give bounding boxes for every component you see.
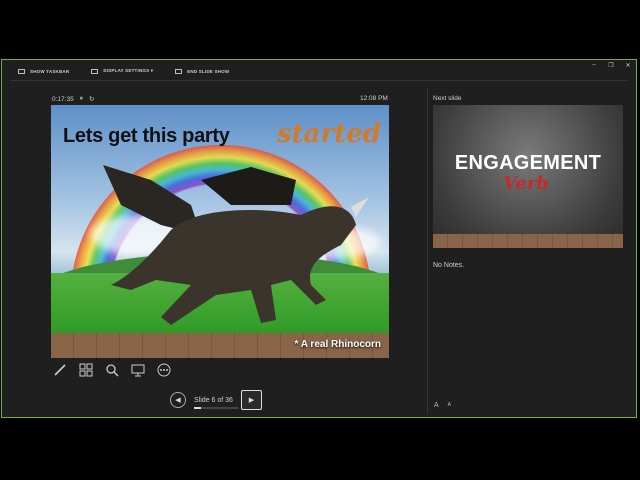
slide-progress-bar (194, 406, 238, 409)
see-all-slides-icon[interactable] (78, 362, 93, 377)
presenter-view-window: – ❐ ✕ SHOW TASKBAR DISPLAY SETTINGS ▾ EN… (1, 59, 637, 418)
reset-timer-icon[interactable]: ↻ (89, 95, 94, 103)
close-button[interactable]: ✕ (624, 62, 632, 69)
mane-shape (201, 167, 296, 205)
pen-tool-icon[interactable] (52, 362, 67, 377)
slide-progress-fill (194, 406, 202, 409)
next-slide-subtitle: Verb (503, 173, 549, 194)
next-slide-label: Next slide (433, 95, 462, 102)
end-slide-show-button[interactable]: END SLIDE SHOW (175, 68, 229, 74)
clock: 12:08 PM (360, 95, 388, 102)
presenter-toolbar: SHOW TASKBAR DISPLAY SETTINGS ▾ END SLID… (18, 68, 229, 74)
slide-title: Lets get this party (63, 125, 230, 147)
chevron-left-icon: ◀ (175, 397, 181, 404)
decrease-font-button[interactable]: A (448, 402, 451, 409)
slide-tools (52, 362, 171, 377)
show-taskbar-label: SHOW TASKBAR (30, 68, 70, 74)
pause-timer-icon[interactable]: ⏸ (80, 95, 83, 103)
current-slide[interactable]: Lets get this party started * A real Rhi… (51, 105, 389, 358)
speaker-notes: No Notes. (433, 262, 465, 269)
slide-counter[interactable]: Slide 6 of 36 (194, 396, 238, 409)
display-settings-button[interactable]: DISPLAY SETTINGS ▾ (91, 68, 153, 74)
slide-title-accent: started (277, 119, 381, 149)
slide-counter-label: Slide 6 of 36 (194, 396, 233, 404)
next-slide-thumbnail[interactable]: ENGAGEMENT Verb (433, 105, 623, 248)
minimize-button[interactable]: – (590, 62, 598, 69)
increase-font-button[interactable]: A (434, 402, 439, 409)
toolbar-divider (10, 80, 628, 81)
pane-divider (427, 88, 428, 414)
next-slide-floor (433, 234, 623, 248)
taskbar-icon (18, 68, 25, 74)
horn-shape (351, 197, 369, 217)
window-controls: – ❐ ✕ (590, 62, 632, 69)
slide-caption: * A real Rhinocorn (294, 339, 382, 350)
black-screen-icon[interactable] (130, 362, 145, 377)
body-shape (111, 206, 356, 325)
next-slide-title: ENGAGEMENT (454, 152, 602, 174)
notes-font-controls: A A (434, 402, 451, 409)
slide-navigation: ◀ Slide 6 of 36 ▶ (170, 390, 262, 410)
zoom-icon[interactable] (104, 362, 119, 377)
next-slide-button[interactable]: ▶ (240, 390, 262, 410)
monitor-icon (91, 68, 99, 74)
end-show-icon (175, 68, 183, 74)
timer: 0:17:35 ⏸ ↻ (52, 95, 94, 103)
display-settings-label: DISPLAY SETTINGS ▾ (103, 68, 154, 73)
more-options-icon[interactable] (156, 362, 171, 377)
restore-button[interactable]: ❐ (607, 62, 615, 69)
previous-slide-button[interactable]: ◀ (170, 392, 186, 408)
chevron-right-icon: ▶ (248, 397, 255, 404)
timer-value: 0:17:35 (52, 95, 74, 103)
end-slide-show-label: END SLIDE SHOW (187, 68, 230, 74)
show-taskbar-button[interactable]: SHOW TASKBAR (18, 68, 69, 74)
